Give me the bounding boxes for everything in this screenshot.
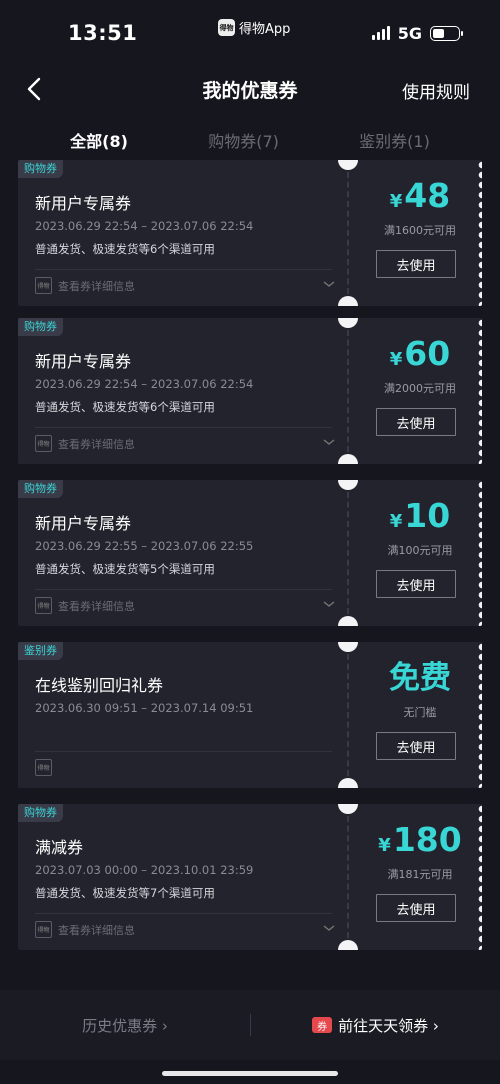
- daily-coupons-link[interactable]: 券 前往天天领券 ›: [251, 1015, 500, 1036]
- usage-rules-link[interactable]: 使用规则: [402, 78, 470, 103]
- use-coupon-button[interactable]: 去使用: [376, 732, 456, 760]
- coupon-amount: ¥60: [389, 334, 451, 373]
- coupon-card[interactable]: 购物券 满减券 2023.07.03 00:00 – 2023.10.01 23…: [18, 804, 482, 950]
- coupon-title: 在线鉴别回归礼券: [35, 676, 164, 695]
- history-coupons-link[interactable]: 历史优惠券 ›: [0, 1015, 250, 1036]
- coupon-card[interactable]: 鉴别券 在线鉴别回归礼券 2023.06.30 09:51 – 2023.07.…: [18, 642, 482, 788]
- coupon-condition: 满100元可用: [387, 544, 453, 557]
- dewu-logo-icon: 得物: [35, 597, 52, 614]
- coupon-icon: 券: [312, 1017, 333, 1033]
- use-coupon-button[interactable]: 去使用: [376, 408, 456, 436]
- coupon-channels: 普通发货、极速发货等6个渠道可用: [35, 242, 215, 256]
- daily-coupons-label: 前往天天领券 ›: [338, 1016, 439, 1035]
- home-indicator: [162, 1071, 338, 1076]
- use-coupon-button[interactable]: 去使用: [376, 894, 456, 922]
- coupon-detail-toggle[interactable]: 得物: [35, 759, 52, 776]
- status-bar: 13:51 得物 得物App 5G: [0, 0, 500, 66]
- tab-shopping[interactable]: 购物券(7): [208, 128, 279, 152]
- coupon-type-tag: 购物券: [18, 160, 63, 178]
- signal-icon: [371, 26, 390, 40]
- coupon-type-tag: 购物券: [18, 318, 63, 336]
- coupon-amount: ¥10: [389, 496, 451, 535]
- coupon-validity: 2023.07.03 00:00 – 2023.10.01 23:59: [35, 863, 254, 877]
- status-app: 得物 得物App: [218, 18, 290, 37]
- coupon-type-tag: 鉴别券: [18, 642, 63, 660]
- chevron-down-icon[interactable]: [323, 599, 335, 609]
- coupon-detail-label: 查看券详细信息: [58, 923, 135, 937]
- chevron-down-icon[interactable]: [323, 923, 335, 933]
- page-title: 我的优惠券: [202, 79, 298, 102]
- tab-all[interactable]: 全部(8): [70, 128, 128, 152]
- coupon-validity: 2023.06.29 22:54 – 2023.07.06 22:54: [35, 377, 254, 391]
- coupon-condition: 无门槛: [403, 706, 437, 719]
- status-time: 13:51: [68, 21, 138, 45]
- coupon-validity: 2023.06.29 22:55 – 2023.07.06 22:55: [35, 539, 254, 553]
- coupon-title: 新用户专属券: [35, 352, 132, 371]
- coupon-type-tag: 购物券: [18, 804, 63, 822]
- coupon-detail-toggle[interactable]: 得物 查看券详细信息: [35, 435, 135, 452]
- coupon-condition: 满2000元可用: [384, 382, 456, 395]
- status-app-name: 得物App: [239, 22, 291, 37]
- coupon-condition: 满181元可用: [387, 868, 453, 881]
- app-logo-icon: 得物: [218, 19, 235, 36]
- nav-bar: 我的优惠券 使用规则: [0, 66, 500, 112]
- dewu-logo-icon: 得物: [35, 277, 52, 294]
- coupon-channels: 普通发货、极速发货等5个渠道可用: [35, 562, 215, 576]
- chevron-down-icon[interactable]: [323, 437, 335, 447]
- coupon-amount: 免费: [389, 660, 451, 696]
- coupon-detail-toggle[interactable]: 得物 查看券详细信息: [35, 921, 135, 938]
- use-coupon-button[interactable]: 去使用: [376, 250, 456, 278]
- coupon-validity: 2023.06.29 22:54 – 2023.07.06 22:54: [35, 219, 254, 233]
- use-coupon-button[interactable]: 去使用: [376, 570, 456, 598]
- coupon-validity: 2023.06.30 09:51 – 2023.07.14 09:51: [35, 701, 254, 715]
- coupon-detail-toggle[interactable]: 得物 查看券详细信息: [35, 597, 135, 614]
- bottom-bar: 历史优惠券 › 券 前往天天领券 ›: [0, 990, 500, 1060]
- coupon-detail-label: 查看券详细信息: [58, 279, 135, 293]
- coupon-detail-label: 查看券详细信息: [58, 437, 135, 451]
- dewu-logo-icon: 得物: [35, 759, 52, 776]
- coupon-title: 新用户专属券: [35, 194, 132, 213]
- coupon-title: 新用户专属券: [35, 514, 132, 533]
- tab-authentication[interactable]: 鉴别券(1): [359, 128, 430, 152]
- coupon-channels: 普通发货、极速发货等6个渠道可用: [35, 400, 215, 414]
- coupon-card[interactable]: 购物券 新用户专属券 2023.06.29 22:54 – 2023.07.06…: [18, 160, 482, 306]
- network-label: 5G: [397, 23, 422, 43]
- coupon-card[interactable]: 购物券 新用户专属券 2023.06.29 22:54 – 2023.07.06…: [18, 318, 482, 464]
- battery-icon: [430, 25, 463, 41]
- coupon-list[interactable]: 购物券 新用户专属券 2023.06.29 22:54 – 2023.07.06…: [0, 160, 500, 990]
- coupon-condition: 满1600元可用: [384, 224, 456, 237]
- coupon-card[interactable]: 购物券 新用户专属券 2023.06.29 22:55 – 2023.07.06…: [18, 480, 482, 626]
- coupon-tabs: 全部(8) 购物券(7) 鉴别券(1): [0, 118, 500, 162]
- coupon-amount: ¥48: [389, 176, 451, 215]
- status-indicators: 5G: [371, 23, 463, 43]
- coupon-type-tag: 购物券: [18, 480, 63, 498]
- coupon-amount: ¥180: [378, 820, 462, 859]
- chevron-down-icon[interactable]: [323, 279, 335, 289]
- coupon-channels: 普通发货、极速发货等7个渠道可用: [35, 886, 215, 900]
- dewu-logo-icon: 得物: [35, 921, 52, 938]
- dewu-logo-icon: 得物: [35, 435, 52, 452]
- coupon-detail-label: 查看券详细信息: [58, 599, 135, 613]
- back-arrow-icon[interactable]: [22, 76, 48, 102]
- coupon-title: 满减券: [35, 838, 84, 857]
- coupon-detail-toggle[interactable]: 得物 查看券详细信息: [35, 277, 135, 294]
